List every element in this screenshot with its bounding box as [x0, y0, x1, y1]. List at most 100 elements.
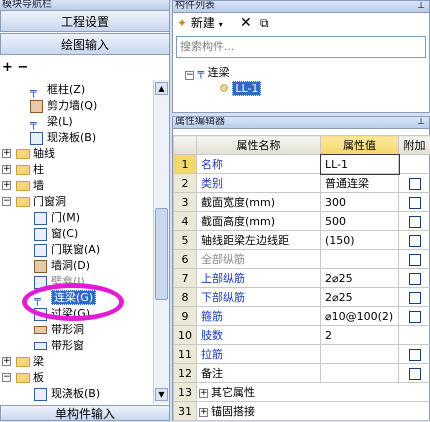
property-row[interactable]: 5轴线距梁左边线距(150): [174, 231, 430, 250]
property-extra[interactable]: [399, 212, 430, 231]
property-row[interactable]: 4截面高度(mm)500: [174, 212, 430, 231]
tree-item-label: 门窗洞: [33, 195, 66, 208]
tree-folder-beam[interactable]: 梁: [16, 354, 44, 370]
extra-checkbox[interactable]: [409, 292, 421, 304]
row-number: 7: [174, 269, 197, 288]
project-settings-button[interactable]: 工程设置: [0, 10, 170, 32]
property-row[interactable]: 11拉筋: [174, 345, 430, 364]
tree-item-door-window[interactable]: 门联窗(A): [34, 242, 100, 258]
collapse-slab[interactable]: −: [2, 373, 11, 382]
tree-item-label: 墙: [33, 179, 44, 192]
tree-folder-column[interactable]: 柱: [16, 162, 44, 178]
expand-axis[interactable]: +: [2, 149, 11, 158]
extra-checkbox[interactable]: [409, 254, 421, 266]
extra-checkbox[interactable]: [409, 311, 421, 323]
property-row[interactable]: 8下部纵筋2⌀25: [174, 288, 430, 307]
property-value[interactable]: 500: [321, 212, 399, 231]
tree-item-beam[interactable]: ╤梁(L): [30, 114, 73, 130]
expand-group-icon[interactable]: +: [199, 408, 208, 417]
property-name: 肢数: [197, 326, 321, 345]
property-value[interactable]: 2⌀25: [321, 288, 399, 307]
extra-checkbox[interactable]: [409, 178, 421, 190]
tree-item-wall-hole[interactable]: 墙洞(D): [34, 258, 90, 274]
property-value[interactable]: [321, 250, 399, 269]
scroll-down-icon[interactable]: ▼: [155, 388, 168, 401]
extra-checkbox[interactable]: [409, 216, 421, 228]
property-row[interactable]: 31+锚固搭接: [174, 402, 430, 421]
copy-icon[interactable]: ⧉: [260, 15, 269, 31]
property-row[interactable]: 6全部纵筋: [174, 250, 430, 269]
tree-item-label: 现浇板(B): [51, 387, 100, 400]
header-value: 属性值: [321, 136, 399, 155]
search-component-input[interactable]: 搜索构件...: [176, 36, 426, 58]
delete-icon[interactable]: ✕: [240, 15, 252, 31]
extra-checkbox[interactable]: [409, 349, 421, 361]
property-name: +锚固搭接: [197, 402, 430, 421]
group-label: 锚固搭接: [211, 405, 255, 418]
property-row[interactable]: 2类别普通连梁: [174, 174, 430, 193]
property-row[interactable]: 1名称LL-1: [174, 155, 430, 174]
property-row[interactable]: 3截面宽度(mm)300: [174, 193, 430, 212]
property-value[interactable]: 2⌀25: [321, 269, 399, 288]
tree-folder-axis[interactable]: 轴线: [16, 146, 55, 162]
extra-checkbox[interactable]: [409, 368, 421, 380]
property-value[interactable]: 2: [321, 326, 399, 345]
property-value[interactable]: [321, 364, 399, 383]
tree-item-label: 梁: [33, 355, 44, 368]
property-extra[interactable]: [399, 250, 430, 269]
property-value[interactable]: LL-1: [321, 155, 399, 174]
tree-folder-slab[interactable]: 板: [16, 370, 44, 386]
property-extra[interactable]: [399, 288, 430, 307]
tree-folder-openings[interactable]: 门窗洞: [16, 194, 66, 210]
pin-icon[interactable]: ⊥: [417, 1, 425, 11]
new-component-button[interactable]: ✦ 新建 ▾: [177, 15, 223, 31]
property-row[interactable]: 7上部纵筋2⌀25: [174, 269, 430, 288]
property-extra[interactable]: [399, 345, 430, 364]
expand-column[interactable]: +: [2, 165, 11, 174]
tree-item-window[interactable]: 窗(C): [34, 226, 78, 242]
property-value[interactable]: 300: [321, 193, 399, 212]
property-value[interactable]: (150): [321, 231, 399, 250]
collapse-openings[interactable]: −: [2, 197, 11, 206]
property-extra[interactable]: [399, 307, 430, 326]
property-value[interactable]: ⌀10@100(2): [321, 307, 399, 326]
component-item-ll1[interactable]: ⚙ LL-1: [219, 81, 261, 97]
property-extra[interactable]: [399, 193, 430, 212]
extra-checkbox[interactable]: [409, 235, 421, 247]
property-row[interactable]: 12备注: [174, 364, 430, 383]
property-name: 名称: [197, 155, 321, 174]
property-extra[interactable]: [399, 364, 430, 383]
expand-wall[interactable]: +: [2, 181, 11, 190]
property-extra[interactable]: [399, 231, 430, 250]
extra-checkbox[interactable]: [409, 197, 421, 209]
tree-folder-wall[interactable]: 墙: [16, 178, 44, 194]
tree-item-label: 梁(L): [47, 115, 73, 128]
component-tree-root[interactable]: − ╤ 连梁: [185, 65, 230, 81]
expand-collapse-icons[interactable]: + −: [2, 60, 28, 75]
property-value[interactable]: 普通连梁: [321, 174, 399, 193]
property-extra[interactable]: [399, 174, 430, 193]
property-row[interactable]: 10肢数2: [174, 326, 430, 345]
expand-group-icon[interactable]: +: [199, 389, 208, 398]
property-row[interactable]: 13+其它属性: [174, 383, 430, 402]
extra-checkbox[interactable]: [409, 273, 421, 285]
property-value[interactable]: [321, 345, 399, 364]
collapse-icon[interactable]: −: [185, 71, 194, 80]
tree-item-shearwall[interactable]: 剪力墙(Q): [30, 98, 97, 114]
tree-item-door[interactable]: 门(M): [34, 210, 80, 226]
property-name: 全部纵筋: [197, 250, 321, 269]
nav-scrollbar[interactable]: ▲ ▼: [153, 80, 169, 404]
tree-item-strip-window[interactable]: 带形窗: [34, 338, 84, 354]
expand-beam[interactable]: +: [2, 357, 11, 366]
scroll-up-icon[interactable]: ▲: [155, 82, 168, 95]
single-component-input-button[interactable]: 单构件输入: [0, 405, 170, 421]
property-extra[interactable]: [399, 269, 430, 288]
property-row[interactable]: 9箍筋⌀10@100(2): [174, 307, 430, 326]
tree-item-slab[interactable]: 现浇板(B): [30, 130, 96, 146]
tree-item-cast-slab[interactable]: 现浇板(B): [34, 386, 100, 402]
pin-icon[interactable]: ⊥: [417, 117, 425, 127]
tree-item-strip-hole[interactable]: 带形洞: [34, 322, 84, 338]
scroll-thumb[interactable]: [155, 208, 168, 300]
tree-item-column[interactable]: ╤框柱(Z): [30, 82, 85, 98]
drawing-input-button[interactable]: 绘图输入: [0, 33, 170, 55]
